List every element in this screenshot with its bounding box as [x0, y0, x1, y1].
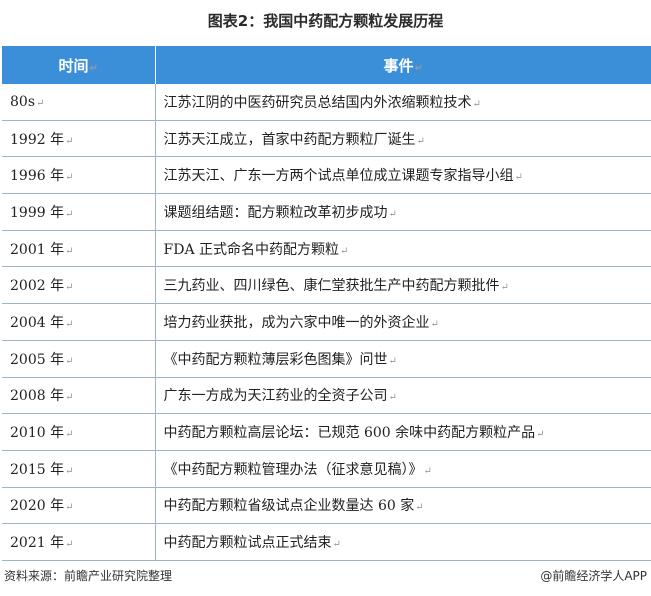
- table-row: 1999 年↵ 课题组结题：配方颗粒改革初步成功↵: [2, 193, 651, 231]
- source-note: 资料来源：前瞻产业研究院整理: [4, 569, 173, 583]
- history-table: 时间↵ 事件↵ 80s↵ 江苏江阴的中医药研究员总结国内外浓缩颗粒技术↵ 1992 …: [2, 46, 651, 561]
- table-row: 1992 年↵ 江苏天江成立，首家中药配方颗粒厂诞生↵: [2, 120, 651, 158]
- table-row: 2002 年↵ 三九药业、四川绿色、康仁堂获批生产中药配方颗批件↵: [2, 266, 651, 305]
- cell-event: 《中药配方颗粒管理办法（征求意见稿）》↵: [155, 450, 651, 488]
- table-row: 2001 年↵ FDA 正式命名中药配方颗粒↵: [2, 230, 651, 268]
- cell-event: 江苏天江、广东一方两个试点单位成立课题专家指导小组↵: [155, 156, 651, 195]
- table-row: 2010 年↵ 中药配方颗粒高层论坛：已规范 600 余味中药配方颗粒产品↵: [2, 413, 651, 451]
- cell-event: 中药配方颗粒试点正式结束↵: [155, 523, 651, 561]
- cell-event: 课题组结题：配方颗粒改革初步成功↵: [155, 193, 651, 231]
- cell-event: 江苏天江成立，首家中药配方颗粒厂诞生↵: [155, 120, 651, 158]
- cell-event: 江苏江阴的中医药研究员总结国内外浓缩颗粒技术↵: [155, 84, 651, 121]
- cell-event: 中药配方颗粒省级试点企业数量达 60 家↵: [155, 487, 651, 525]
- cell-time: 2005 年↵: [2, 340, 156, 378]
- table-row: 2005 年↵ 《中药配方颗粒薄层彩色图集》问世↵: [2, 340, 651, 378]
- cell-time: 2001 年↵: [2, 230, 156, 268]
- table-row: 2021 年↵ 中药配方颗粒试点正式结束↵: [2, 523, 651, 561]
- table-header-row: 时间↵ 事件↵: [2, 46, 651, 84]
- table-row: 2015 年↵ 《中药配方颗粒管理办法（征求意见稿）》↵: [2, 450, 651, 488]
- table-row: 2004 年↵ 培力药业获批，成为六家中唯一的外资企业↵: [2, 303, 651, 341]
- table-row: 1996 年↵ 江苏天江、广东一方两个试点单位成立课题专家指导小组↵: [2, 156, 651, 195]
- chart-title: 图表2：我国中药配方颗粒发展历程: [207, 12, 444, 30]
- cell-event: 三九药业、四川绿色、康仁堂获批生产中药配方颗批件↵: [155, 266, 651, 305]
- brand-credit: @前瞻经济学人APP: [540, 569, 647, 583]
- cell-time: 2008 年↵: [2, 377, 156, 415]
- header-time: 时间↵: [2, 46, 156, 84]
- cell-time: 80s↵: [2, 84, 156, 121]
- cell-time: 2015 年↵: [2, 450, 156, 488]
- cell-event: 广东一方成为天江药业的全资子公司↵: [155, 377, 651, 415]
- cell-time: 2002 年↵: [2, 266, 156, 305]
- table-row: 80s↵ 江苏江阴的中医药研究员总结国内外浓缩颗粒技术↵: [2, 84, 651, 121]
- header-event: 事件↵: [155, 46, 651, 84]
- cell-event: 中药配方颗粒高层论坛：已规范 600 余味中药配方颗粒产品↵: [155, 413, 651, 451]
- cell-time: 1999 年↵: [2, 193, 156, 231]
- table-row: 2008 年↵ 广东一方成为天江药业的全资子公司↵: [2, 377, 651, 415]
- cell-time: 1996 年↵: [2, 156, 156, 195]
- cell-time: 2010 年↵: [2, 413, 156, 451]
- cell-time: 2021 年↵: [2, 523, 156, 561]
- cell-time: 2020 年↵: [2, 487, 156, 525]
- cell-event: 培力药业获批，成为六家中唯一的外资企业↵: [155, 303, 651, 341]
- cell-time: 1992 年↵: [2, 120, 156, 158]
- table-row: 2020 年↵ 中药配方颗粒省级试点企业数量达 60 家↵: [2, 487, 651, 525]
- cell-time: 2004 年↵: [2, 303, 156, 341]
- cell-event: FDA 正式命名中药配方颗粒↵: [155, 230, 651, 268]
- cell-event: 《中药配方颗粒薄层彩色图集》问世↵: [155, 340, 651, 378]
